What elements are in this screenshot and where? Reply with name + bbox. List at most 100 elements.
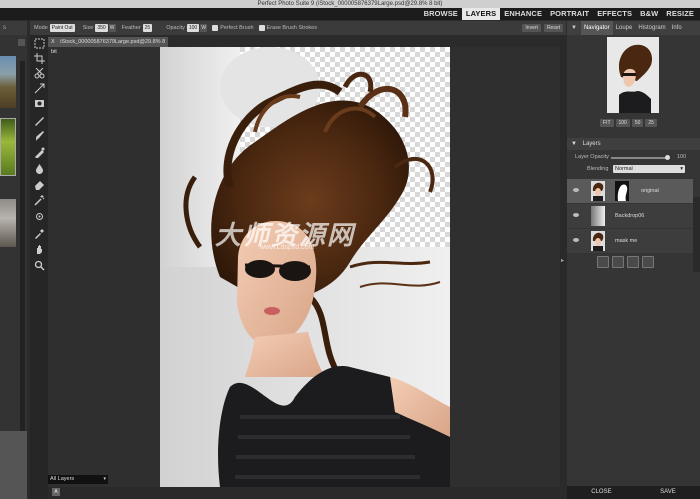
opacity-label: Opacity [166,25,185,31]
layer-name: mask me [615,238,638,244]
module-bar: BROWSE LAYERS ENHANCE PORTRAIT EFFECTS B… [0,8,700,20]
chevron-down-icon: ▾ [680,166,683,172]
thumbnail-green[interactable] [0,118,16,176]
module-layers[interactable]: LAYERS [461,8,501,20]
zoom-25-button[interactable]: 25 [645,119,657,127]
brush-icon[interactable] [34,131,45,142]
tab-histogram[interactable]: Histogram [635,21,668,35]
module-resize[interactable]: RESIZE [662,8,698,20]
erase-strokes-checkbox[interactable] [258,25,265,31]
left-browser-panel: s [0,21,27,499]
layer-thumbnail [591,231,605,251]
tab-loupe[interactable]: Loupe [613,21,636,35]
module-effects[interactable]: EFFECTS [593,8,636,20]
perfect-brush-checkbox[interactable] [212,25,219,31]
size-input[interactable]: 350 [95,24,108,32]
eraser-icon[interactable] [34,179,45,190]
blending-select[interactable]: Normal ▾ [613,165,685,173]
layer-opacity-row: Layer Opacity 100 [567,154,700,162]
hand-icon[interactable] [34,244,45,255]
marquee-icon[interactable] [34,38,45,49]
new-layer-icon[interactable] [597,256,609,268]
layer-thumbnail [591,206,605,226]
eye-icon[interactable] [573,188,579,192]
photo-canvas [160,47,450,487]
opacity-input[interactable]: 100 [186,24,200,32]
tab-navigator[interactable]: Navigator [580,21,613,35]
transform-icon[interactable] [34,83,45,94]
right-panel: ▼ Navigator Loupe Histogram Info FIT 100… [567,21,700,499]
layer-opacity-label: Layer Opacity [575,154,609,160]
thumbnail-landscape-1[interactable] [0,56,16,108]
thumbnail-landscape-2[interactable] [0,199,16,247]
collapse-arrow-icon[interactable]: ▸ [561,257,564,264]
duplicate-layer-icon[interactable] [627,256,639,268]
crop-icon[interactable] [34,53,45,64]
layers-scrollbar[interactable] [693,197,700,272]
layer-action-icons [597,256,654,268]
zoom-fit-button[interactable]: FIT [600,119,614,127]
layer-opacity-knob[interactable] [665,155,670,160]
module-enhance[interactable]: ENHANCE [500,8,546,20]
layers-filter-select[interactable]: All Layers ▾ [48,475,108,484]
bottom-actions: CLOSE SAVE [567,486,700,499]
document-tab[interactable]: X iStock_000005876379Large.psd@29.8% 8 b… [48,37,168,55]
layers-panel-header[interactable]: ▼ Layers [567,138,700,150]
retouch-icon[interactable] [34,211,45,222]
module-portrait[interactable]: PORTRAIT [546,8,593,20]
opacity-w-button[interactable]: W [200,24,208,32]
right-collapse-bar[interactable]: ▸ [560,35,567,499]
feather-label: Feather [121,25,141,31]
layer-name: Backdrop06 [615,213,645,219]
close-button[interactable]: CLOSE [591,486,611,499]
delete-layer-icon[interactable] [642,256,654,268]
module-browse[interactable]: BROWSE [420,8,462,20]
scissors-icon[interactable] [34,68,45,79]
zoom-100-button[interactable]: 100 [615,119,630,127]
left-panel-scrollbar[interactable] [20,61,25,441]
perfect-brush-label: Perfect Brush [220,25,254,31]
mask-layer-icon[interactable] [612,256,624,268]
reset-button[interactable]: Reset [543,24,563,32]
drop-icon[interactable] [34,163,45,174]
mode-label: Mode [34,25,48,31]
window-title: Perfect Photo Suite 9 (iStock_0000058763… [257,1,443,7]
tool-options-bar: Mode Paint Out Size 350 W Feather 25 Opa… [30,21,566,35]
magic-wand-icon[interactable] [34,195,45,206]
eye-icon[interactable] [573,213,579,217]
size-w-button[interactable]: W [108,24,116,32]
tool-column [30,35,48,499]
module-bw[interactable]: B&W [636,8,662,20]
mask-toggle-icon[interactable]: A [52,488,60,496]
pen-icon[interactable] [34,115,45,126]
mode-select[interactable]: Paint Out [49,24,75,32]
save-button[interactable]: SAVE [660,486,676,499]
layer-opacity-slider[interactable] [611,157,667,159]
eyedropper-icon[interactable] [34,228,45,239]
layer-row[interactable]: mask me [567,229,693,253]
size-label: Size [82,25,94,31]
mask-icon[interactable] [34,98,45,109]
watermark-url: www.Ldspsd.com [260,244,315,251]
document-tab-close-icon[interactable]: X [51,39,55,45]
blending-label: Blending [587,166,609,172]
document-photo[interactable] [160,47,450,487]
masking-brush-icon[interactable] [34,147,45,158]
zoom-icon[interactable] [34,260,45,271]
layer-row[interactable]: original [567,179,693,203]
left-panel-close-icon[interactable] [18,39,25,46]
layer-name: original [641,188,659,194]
zoom-buttons: FIT 100 50 25 [600,119,657,127]
layer-row[interactable]: Backdrop06 [567,204,693,228]
zoom-50-button[interactable]: 50 [631,119,644,127]
left-panel-header: s [0,21,27,35]
layers-collapse-icon[interactable]: ▼ [571,141,577,147]
layer-mask-thumbnail[interactable] [615,181,629,201]
navigator-preview[interactable] [607,37,659,113]
layers-filter-value: All Layers [50,476,75,482]
invert-button[interactable]: Invert [522,24,541,32]
eye-icon[interactable] [573,238,579,242]
navigator-collapse-icon[interactable]: ▼ [567,25,581,31]
tab-info[interactable]: Info [669,21,685,35]
feather-input[interactable]: 25 [142,24,153,32]
